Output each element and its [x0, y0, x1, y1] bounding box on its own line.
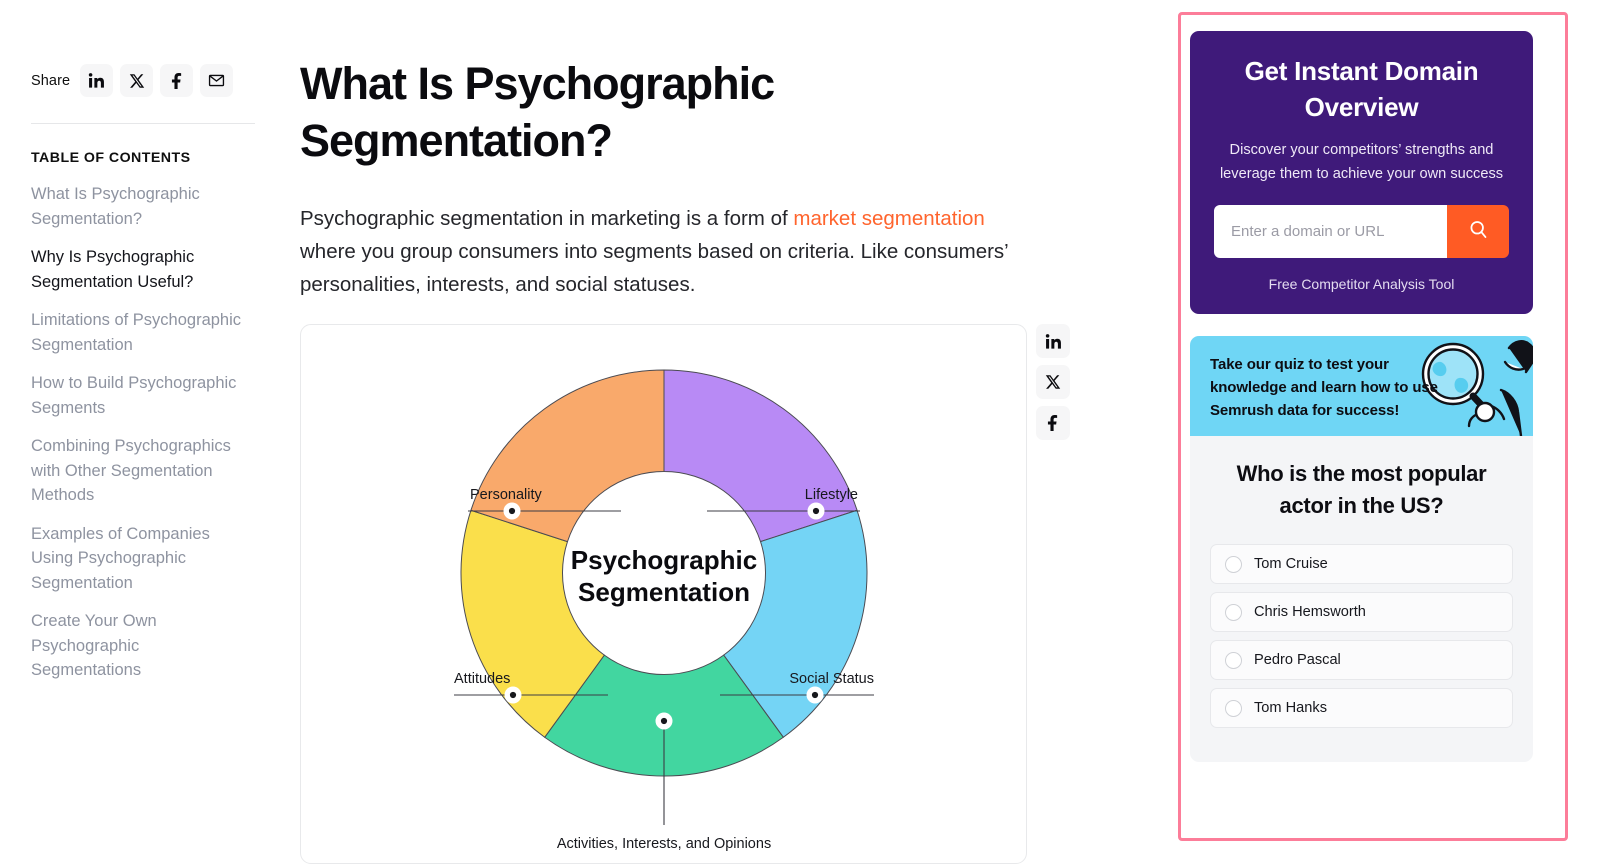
domain-search-input[interactable] [1214, 205, 1447, 258]
toc-item-2[interactable]: Limitations of Psychographic Segmentatio… [31, 308, 253, 357]
chart-label-activities: Activities, Interests, and Opinions [557, 836, 771, 852]
callout-dot-lifestyle [812, 507, 820, 515]
share-row: Share [31, 64, 256, 97]
share-button-x[interactable] [120, 64, 154, 97]
left-rail: Share TABLE OF CONTENTS What Is Psychogr… [31, 64, 256, 697]
article-body: What Is Psychographic Segmentation? Psyc… [300, 55, 1030, 301]
radio-icon[interactable] [1225, 555, 1242, 573]
radio-icon[interactable] [1225, 651, 1242, 669]
linkedin-icon [88, 72, 105, 89]
quiz-option-3[interactable]: Tom Hanks [1210, 688, 1513, 728]
floating-share-facebook[interactable] [1036, 406, 1070, 440]
floating-share-x[interactable] [1036, 365, 1070, 399]
toc-title: TABLE OF CONTENTS [31, 150, 191, 166]
floating-share-linkedin[interactable] [1036, 324, 1070, 358]
chart-center-label-line1: Psychographic [571, 545, 757, 575]
chart-label-social-status: Social Status [789, 671, 874, 687]
toc-item-6[interactable]: Create Your Own Psychographic Segmentati… [31, 609, 253, 683]
callout-dot-attitudes [509, 691, 517, 699]
toc-item-4[interactable]: Combining Psychographics with Other Segm… [31, 434, 253, 508]
chart-label-personality: Personality [470, 487, 542, 503]
promo-subtitle: Discover your competitors’ strengths and… [1219, 142, 1504, 182]
chart-figure: Psychographic Segmentation Personality L… [300, 324, 1027, 864]
facebook-icon [169, 72, 185, 89]
linkedin-icon [1045, 333, 1062, 350]
rail-divider [31, 123, 255, 124]
paragraph-text-2: where you group consumers into segments … [300, 240, 1008, 296]
callout-dot-activities [660, 717, 668, 725]
market-segmentation-link[interactable]: market segmentation [793, 207, 984, 230]
share-label: Share [31, 72, 71, 89]
page-root: Share TABLE OF CONTENTS What Is Psychogr… [0, 0, 1600, 864]
domain-search-button[interactable] [1447, 205, 1509, 258]
quiz-card: Take our quiz to test your knowledge and… [1190, 336, 1533, 762]
share-button-linkedin[interactable] [80, 64, 114, 97]
facebook-icon [1045, 415, 1061, 431]
quiz-option-label: Pedro Pascal [1254, 652, 1341, 668]
donut-slice-personality [470, 369, 665, 543]
right-sidebar: Get Instant Domain Overview Discover you… [1190, 31, 1533, 762]
x-icon [1045, 374, 1061, 390]
chart-label-attitudes: Attitudes [454, 671, 510, 687]
promo-card: Get Instant Domain Overview Discover you… [1190, 31, 1533, 314]
radio-icon[interactable] [1225, 699, 1242, 717]
donut-slice-lifestyle [663, 369, 858, 543]
share-button-email[interactable] [200, 64, 234, 97]
domain-search-form [1214, 205, 1509, 258]
email-icon [208, 72, 225, 89]
quiz-option-0[interactable]: Tom Cruise [1210, 544, 1513, 584]
quiz-option-label: Chris Hemsworth [1254, 604, 1366, 620]
quiz-option-1[interactable]: Chris Hemsworth [1210, 592, 1513, 632]
chart-label-lifestyle: Lifestyle [805, 487, 858, 503]
article-paragraph: Psychographic segmentation in marketing … [300, 202, 1030, 301]
quiz-banner: Take our quiz to test your knowledge and… [1190, 336, 1533, 436]
toc-item-5[interactable]: Examples of Companies Using Psychographi… [31, 522, 253, 596]
psychographic-donut-chart: Psychographic Segmentation Personality L… [454, 369, 874, 852]
radio-icon[interactable] [1225, 603, 1242, 621]
floating-share-bar [1036, 324, 1070, 440]
callout-dot-personality [508, 507, 516, 515]
quiz-option-label: Tom Hanks [1254, 700, 1327, 716]
search-icon [1468, 219, 1489, 245]
paragraph-text-1: Psychographic segmentation in marketing … [300, 207, 794, 230]
quiz-banner-text: Take our quiz to test your knowledge and… [1210, 356, 1438, 419]
chart-center-label-line2: Segmentation [578, 577, 750, 607]
quiz-options: Tom Cruise Chris Hemsworth Pedro Pascal … [1190, 526, 1533, 762]
quiz-option-2[interactable]: Pedro Pascal [1210, 640, 1513, 680]
toc-item-1[interactable]: Why Is Psychographic Segmentation Useful… [31, 245, 253, 294]
toc-list: What Is Psychographic Segmentation? Why … [31, 182, 256, 683]
quiz-option-label: Tom Cruise [1254, 556, 1328, 572]
callout-dot-social-status [811, 691, 819, 699]
share-button-facebook[interactable] [160, 64, 194, 97]
page-title: What Is Psychographic Segmentation? [300, 58, 775, 166]
toc-item-0[interactable]: What Is Psychographic Segmentation? [31, 182, 253, 231]
toc-item-3[interactable]: How to Build Psychographic Segments [31, 371, 253, 420]
quiz-question: Who is the most popular actor in the US? [1236, 461, 1487, 518]
x-icon [129, 73, 145, 89]
promo-footer-label: Free Competitor Analysis Tool [1268, 276, 1455, 292]
promo-title: Get Instant Domain Overview [1244, 56, 1479, 122]
